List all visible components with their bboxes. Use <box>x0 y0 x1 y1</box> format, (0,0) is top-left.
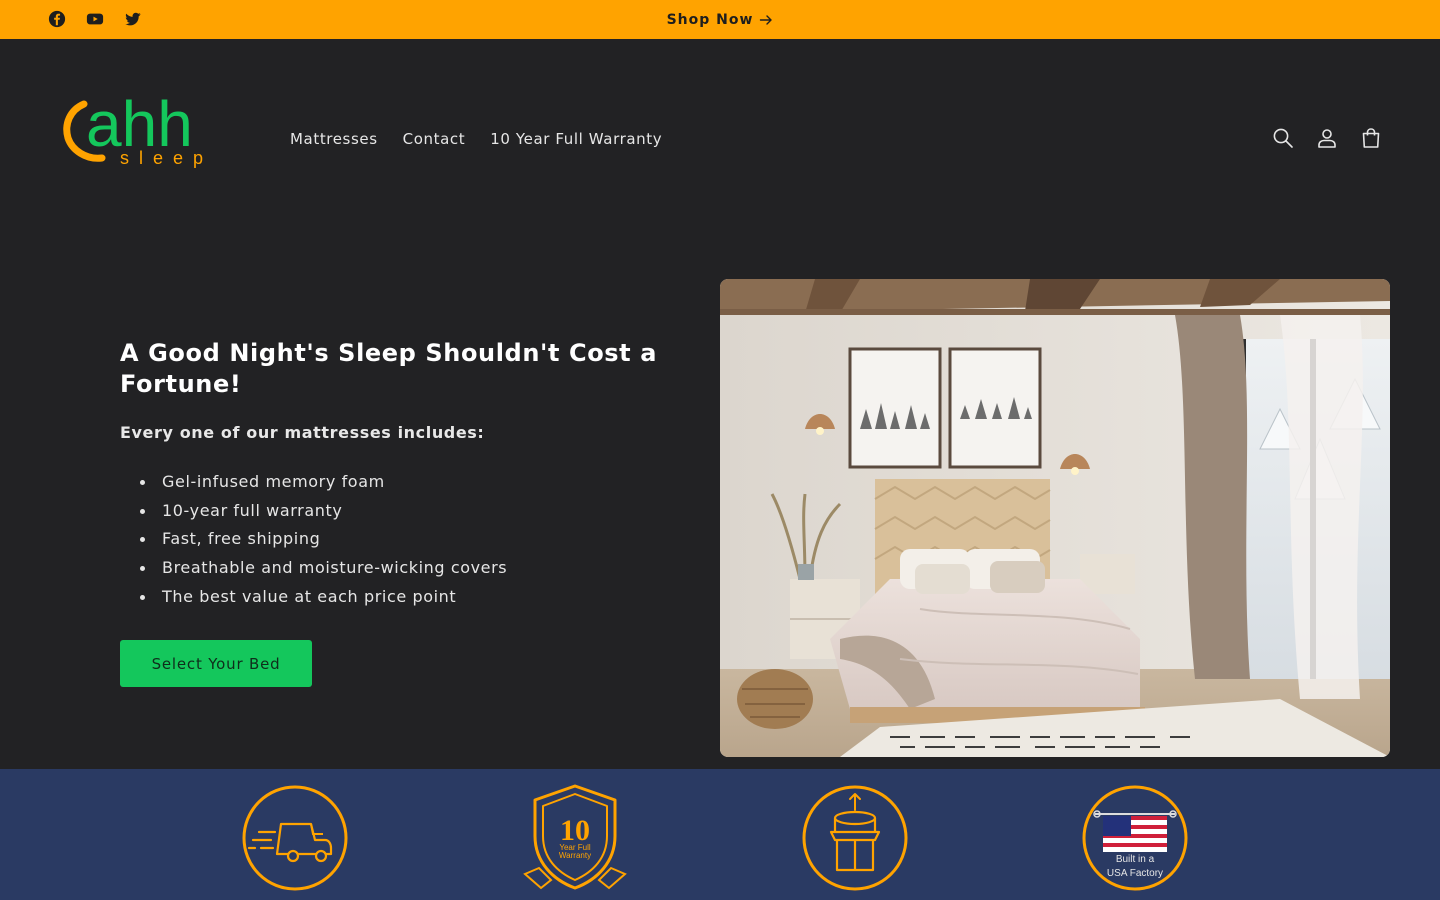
logo-tagline: sleep <box>120 148 213 168</box>
arrow-right-icon <box>760 14 773 25</box>
search-icon[interactable] <box>1272 127 1296 151</box>
usa-line2: USA Factory <box>1107 868 1163 879</box>
usa-line1: Built in a <box>1116 854 1155 865</box>
badges-band <box>0 769 1440 900</box>
warranty-line2: Warranty <box>559 851 591 860</box>
shop-now-label: Shop Now <box>666 11 754 28</box>
feature-list: Gel-infused memory foam 10-year full war… <box>138 468 507 612</box>
bedroom-photo <box>720 279 1390 757</box>
list-item: 10-year full warranty <box>138 497 507 526</box>
list-item: Breathable and moisture-wicking covers <box>138 554 507 583</box>
cart-icon[interactable] <box>1360 127 1384 151</box>
list-item: The best value at each price point <box>138 583 507 612</box>
nav-item-warranty[interactable]: 10 Year Full Warranty <box>490 128 662 150</box>
list-item: Fast, free shipping <box>138 525 507 554</box>
usa-flag-icon: Built in a USA Factory <box>1081 784 1189 892</box>
site-logo[interactable]: ahh sleep <box>62 84 226 174</box>
list-item: Gel-infused memory foam <box>138 468 507 497</box>
main-nav: Mattresses Contact 10 Year Full Warranty <box>290 128 662 150</box>
shop-now-link[interactable]: Shop Now <box>0 0 1440 39</box>
mattress-box-icon <box>801 784 909 892</box>
nav-item-contact[interactable]: Contact <box>403 128 466 150</box>
warranty-shield-icon: 10 Year Full Warranty <box>521 784 629 892</box>
select-your-bed-button[interactable]: Select Your Bed <box>120 640 312 687</box>
delivery-truck-icon <box>241 784 349 892</box>
nav-item-mattresses[interactable]: Mattresses <box>290 128 378 150</box>
hero-subtitle: Every one of our mattresses includes: <box>120 423 485 442</box>
account-icon[interactable] <box>1316 127 1340 151</box>
hero-title: A Good Night's Sleep Shouldn't Cost a Fo… <box>120 339 658 398</box>
announcement-bar: Shop Now <box>0 0 1440 39</box>
